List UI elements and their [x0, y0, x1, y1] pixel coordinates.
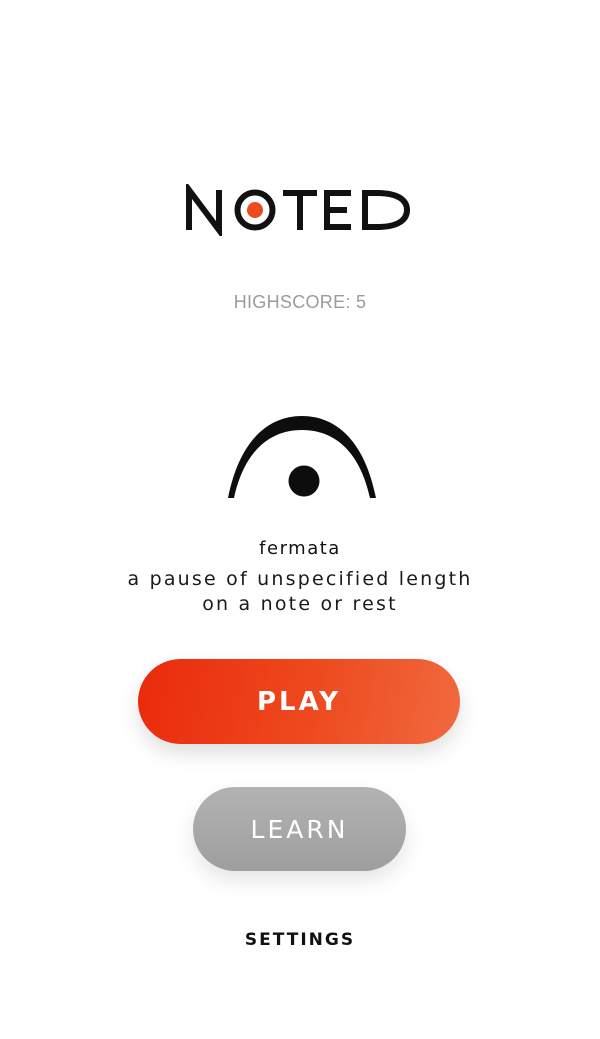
term-definition: a pause of unspecified length on a note …: [60, 567, 540, 617]
app-logo-text: NOTED: [0, 184, 1, 185]
learn-button[interactable]: LEARN: [193, 787, 406, 871]
highscore-label: HIGHSCORE: 5: [233, 292, 367, 312]
definition-line-2: on a note or rest: [202, 593, 398, 615]
definition-line-1: a pause of unspecified length: [127, 568, 473, 590]
settings-link[interactable]: SETTINGS: [0, 930, 600, 950]
term-title: fermata: [259, 538, 341, 559]
play-button-label: PLAY: [256, 686, 342, 717]
home-screen: NOTED HIGHSCORE: 5 fermata a pause of un…: [0, 0, 600, 1039]
play-button[interactable]: PLAY: [138, 659, 460, 744]
learn-button-label: LEARN: [250, 814, 349, 844]
noted-logo-icon: [186, 184, 411, 236]
app-logo: NOTED: [0, 184, 600, 236]
fermata-icon: [220, 408, 384, 504]
